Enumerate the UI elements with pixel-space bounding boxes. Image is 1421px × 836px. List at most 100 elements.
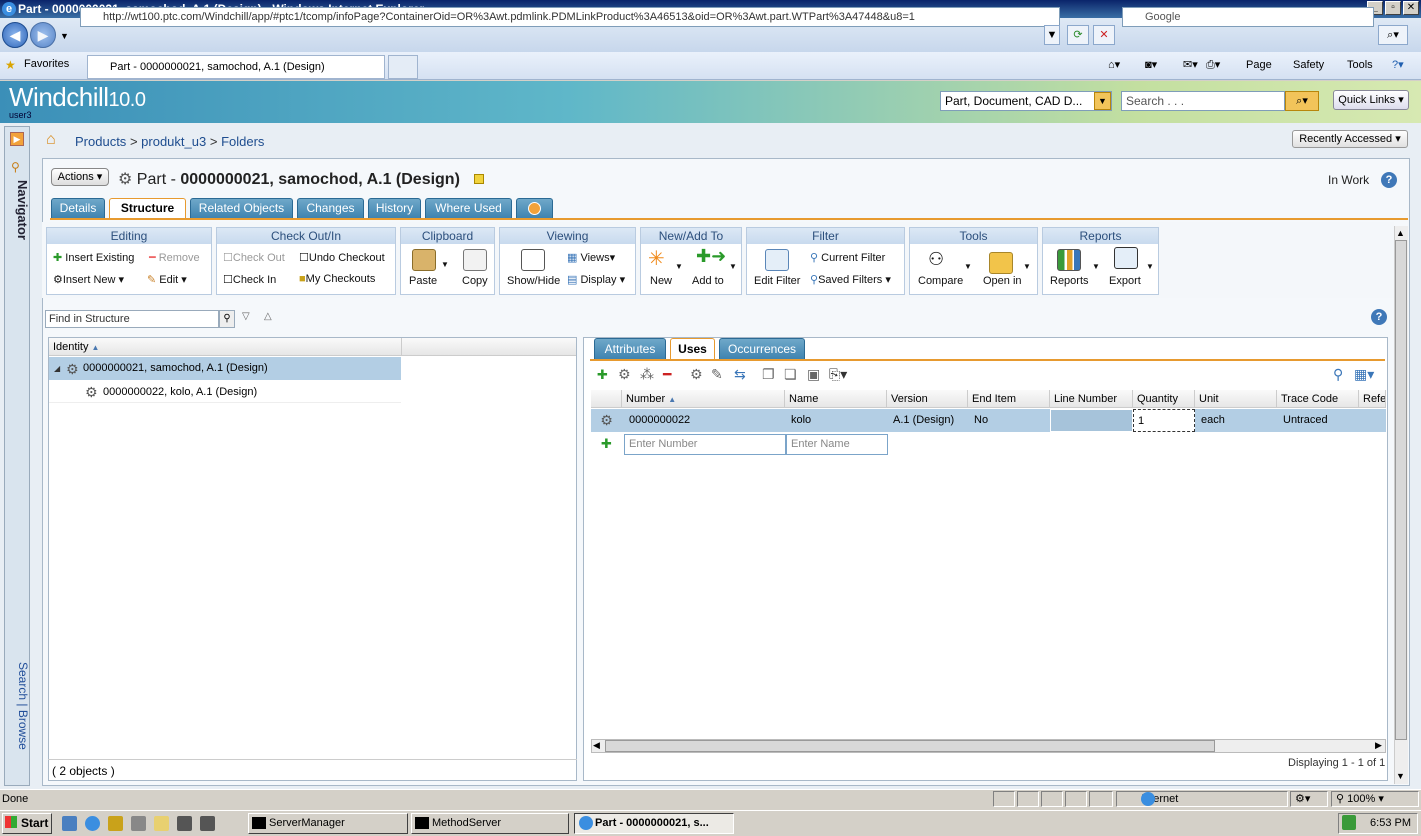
check-out-button[interactable]: ☐Check Out bbox=[223, 251, 285, 264]
paste-uses-icon[interactable]: ❏ bbox=[784, 366, 797, 383]
table-view-icon[interactable]: ▦▾ bbox=[1354, 366, 1374, 383]
add-to-dropdown-icon[interactable]: ▼ bbox=[729, 262, 737, 271]
my-checkouts-button[interactable]: ■My Checkouts bbox=[299, 273, 375, 285]
replace-icon[interactable]: ⚙ bbox=[690, 366, 703, 383]
horizontal-scroll-thumb[interactable] bbox=[605, 740, 1215, 752]
cell-quantity-input[interactable]: 1 bbox=[1133, 409, 1195, 432]
scroll-down-icon[interactable]: ▼ bbox=[1396, 771, 1405, 781]
new-dropdown-icon[interactable]: ▼ bbox=[675, 262, 683, 271]
edit-uses-icon[interactable]: ✎ bbox=[711, 366, 723, 383]
type-dropdown-icon[interactable]: ▼ bbox=[1094, 92, 1111, 110]
column-unit[interactable]: Unit bbox=[1195, 390, 1277, 408]
check-in-button[interactable]: ☐Check In bbox=[223, 273, 276, 286]
column-end-item[interactable]: End Item bbox=[968, 390, 1050, 408]
column-number[interactable]: Number ▲ bbox=[622, 390, 785, 408]
tab-history[interactable]: History bbox=[368, 198, 421, 218]
add-to-button[interactable]: Add to bbox=[692, 275, 724, 287]
saved-filters-button[interactable]: ⚲Saved Filters ▾ bbox=[810, 273, 891, 286]
actions-button[interactable]: Actions ▾ bbox=[51, 168, 109, 186]
filter-up-icon[interactable]: △ bbox=[264, 311, 272, 322]
find-in-structure-input[interactable]: Find in Structure bbox=[45, 310, 219, 328]
browser-tab[interactable]: Part - 0000000021, samochod, A.1 (Design… bbox=[87, 55, 385, 79]
new-tab-button[interactable] bbox=[388, 55, 418, 79]
display-button[interactable]: ▤ Display ▾ bbox=[567, 273, 625, 286]
insert-existing-button[interactable]: ✚ Insert Existing bbox=[53, 251, 134, 264]
history-dropdown-icon[interactable]: ▼ bbox=[60, 31, 69, 41]
column-line-number[interactable]: Line Number bbox=[1050, 390, 1133, 408]
paste-dropdown-icon[interactable]: ▼ bbox=[441, 260, 449, 269]
task-ie-window[interactable]: Part - 0000000021, s... bbox=[574, 813, 734, 834]
search-type-select[interactable]: Part, Document, CAD D... bbox=[940, 91, 1112, 111]
quicklaunch-icon[interactable] bbox=[177, 816, 192, 831]
find-icon[interactable]: ⚲ bbox=[219, 310, 235, 328]
back-button[interactable]: ◀ bbox=[2, 22, 28, 48]
task-servermanager[interactable]: ServerManager bbox=[248, 813, 408, 834]
copy-button[interactable]: Copy bbox=[462, 275, 488, 287]
page-menu[interactable]: Page bbox=[1246, 57, 1272, 73]
tab-related-objects[interactable]: Related Objects bbox=[190, 198, 293, 218]
tab-customize[interactable] bbox=[516, 198, 553, 218]
paste-button[interactable]: Paste bbox=[409, 275, 437, 287]
tray-icon[interactable] bbox=[1342, 815, 1356, 830]
protected-mode-icon[interactable]: ⚙▾ bbox=[1290, 791, 1328, 807]
open-in-dropdown-icon[interactable]: ▼ bbox=[1023, 262, 1031, 271]
export-uses-icon[interactable]: ⎘▾ bbox=[829, 366, 847, 383]
views-button[interactable]: ▦ Views▾ bbox=[567, 251, 615, 264]
address-bar[interactable]: http://wt100.ptc.com/Windchill/app/#ptc1… bbox=[80, 7, 1060, 27]
tab-where-used[interactable]: Where Used bbox=[425, 198, 512, 218]
enter-number-input[interactable]: Enter Number bbox=[624, 434, 786, 455]
open-in-button[interactable]: Open in bbox=[983, 275, 1022, 287]
cell-trace-code[interactable]: Untraced bbox=[1277, 409, 1359, 432]
copy-uses-icon[interactable]: ❐ bbox=[762, 366, 775, 383]
compare-dropdown-icon[interactable]: ▼ bbox=[964, 262, 972, 271]
enter-name-input[interactable]: Enter Name bbox=[786, 434, 888, 455]
structure-help-icon[interactable]: ? bbox=[1371, 309, 1387, 325]
insert-multiple-icon[interactable]: ⁂ bbox=[640, 366, 654, 383]
favorites-button[interactable]: Favorites bbox=[24, 58, 69, 70]
bulk-edit-icon[interactable]: ⇆ bbox=[734, 366, 746, 383]
undo-checkout-button[interactable]: ☐Undo Checkout bbox=[299, 251, 385, 264]
cell-number[interactable]: 0000000022 bbox=[622, 409, 785, 432]
tools-menu[interactable]: Tools bbox=[1347, 57, 1373, 73]
tab-changes[interactable]: Changes bbox=[297, 198, 364, 218]
column-name[interactable]: Name bbox=[785, 390, 887, 408]
help-icon[interactable]: ? bbox=[1381, 172, 1397, 188]
column-trace-code[interactable]: Trace Code bbox=[1277, 390, 1359, 408]
forward-button[interactable]: ▶ bbox=[30, 22, 56, 48]
tab-details[interactable]: Details bbox=[51, 198, 105, 218]
address-dropdown-icon[interactable]: ▼ bbox=[1044, 25, 1060, 45]
filter-down-icon[interactable]: ▽ bbox=[242, 311, 250, 322]
tree-row[interactable]: 0000000021, samochod, A.1 (Design) bbox=[49, 357, 401, 380]
remove-button[interactable]: ━ Remove bbox=[149, 251, 200, 264]
search-go-icon[interactable]: ⌕▾ bbox=[1378, 25, 1408, 45]
windchill-search-icon[interactable]: ⌕▾ bbox=[1285, 91, 1319, 111]
cell-unit[interactable]: each bbox=[1195, 409, 1277, 432]
edit-filter-button[interactable]: Edit Filter bbox=[754, 275, 800, 287]
browse-link[interactable]: Browse bbox=[16, 710, 30, 750]
safety-menu[interactable]: Safety bbox=[1293, 57, 1324, 73]
scroll-up-icon[interactable]: ▲ bbox=[1396, 228, 1405, 238]
show-hide-button[interactable]: Show/Hide bbox=[507, 275, 560, 287]
remove-uses-icon[interactable]: ━ bbox=[663, 366, 671, 383]
expand-navigator-icon[interactable]: ▶ bbox=[10, 132, 24, 146]
zoom-control[interactable]: ⚲ 100% ▾ bbox=[1331, 791, 1419, 807]
column-version[interactable]: Version bbox=[887, 390, 968, 408]
quick-links-button[interactable]: Quick Links ▾ bbox=[1333, 90, 1409, 110]
close-button[interactable]: ✕ bbox=[1403, 1, 1419, 15]
google-search-input[interactable]: Google bbox=[1122, 7, 1374, 27]
navigator-search-browse[interactable]: Search | Browse bbox=[4, 662, 30, 750]
current-filter-button[interactable]: ⚲ Current Filter bbox=[810, 251, 885, 264]
new-button[interactable]: New bbox=[650, 275, 672, 287]
maximize-button[interactable]: ▫ bbox=[1385, 1, 1401, 15]
breadcrumb-folders[interactable]: Folders bbox=[221, 134, 264, 149]
stop-icon[interactable]: ✕ bbox=[1093, 25, 1115, 45]
breadcrumb-product[interactable]: produkt_u3 bbox=[141, 134, 206, 149]
insert-new-button[interactable]: ⚙Insert New ▾ bbox=[53, 273, 124, 286]
feeds-icon[interactable]: ◙▾ bbox=[1145, 57, 1157, 73]
quicklaunch-icon[interactable] bbox=[108, 816, 123, 831]
export-button[interactable]: Export bbox=[1109, 275, 1141, 287]
tab-attributes[interactable]: Attributes bbox=[594, 338, 666, 359]
home-icon[interactable]: ⌂▾ bbox=[1108, 57, 1120, 73]
reports-button[interactable]: Reports bbox=[1050, 275, 1089, 287]
scroll-left-icon[interactable]: ◀ bbox=[593, 740, 600, 751]
